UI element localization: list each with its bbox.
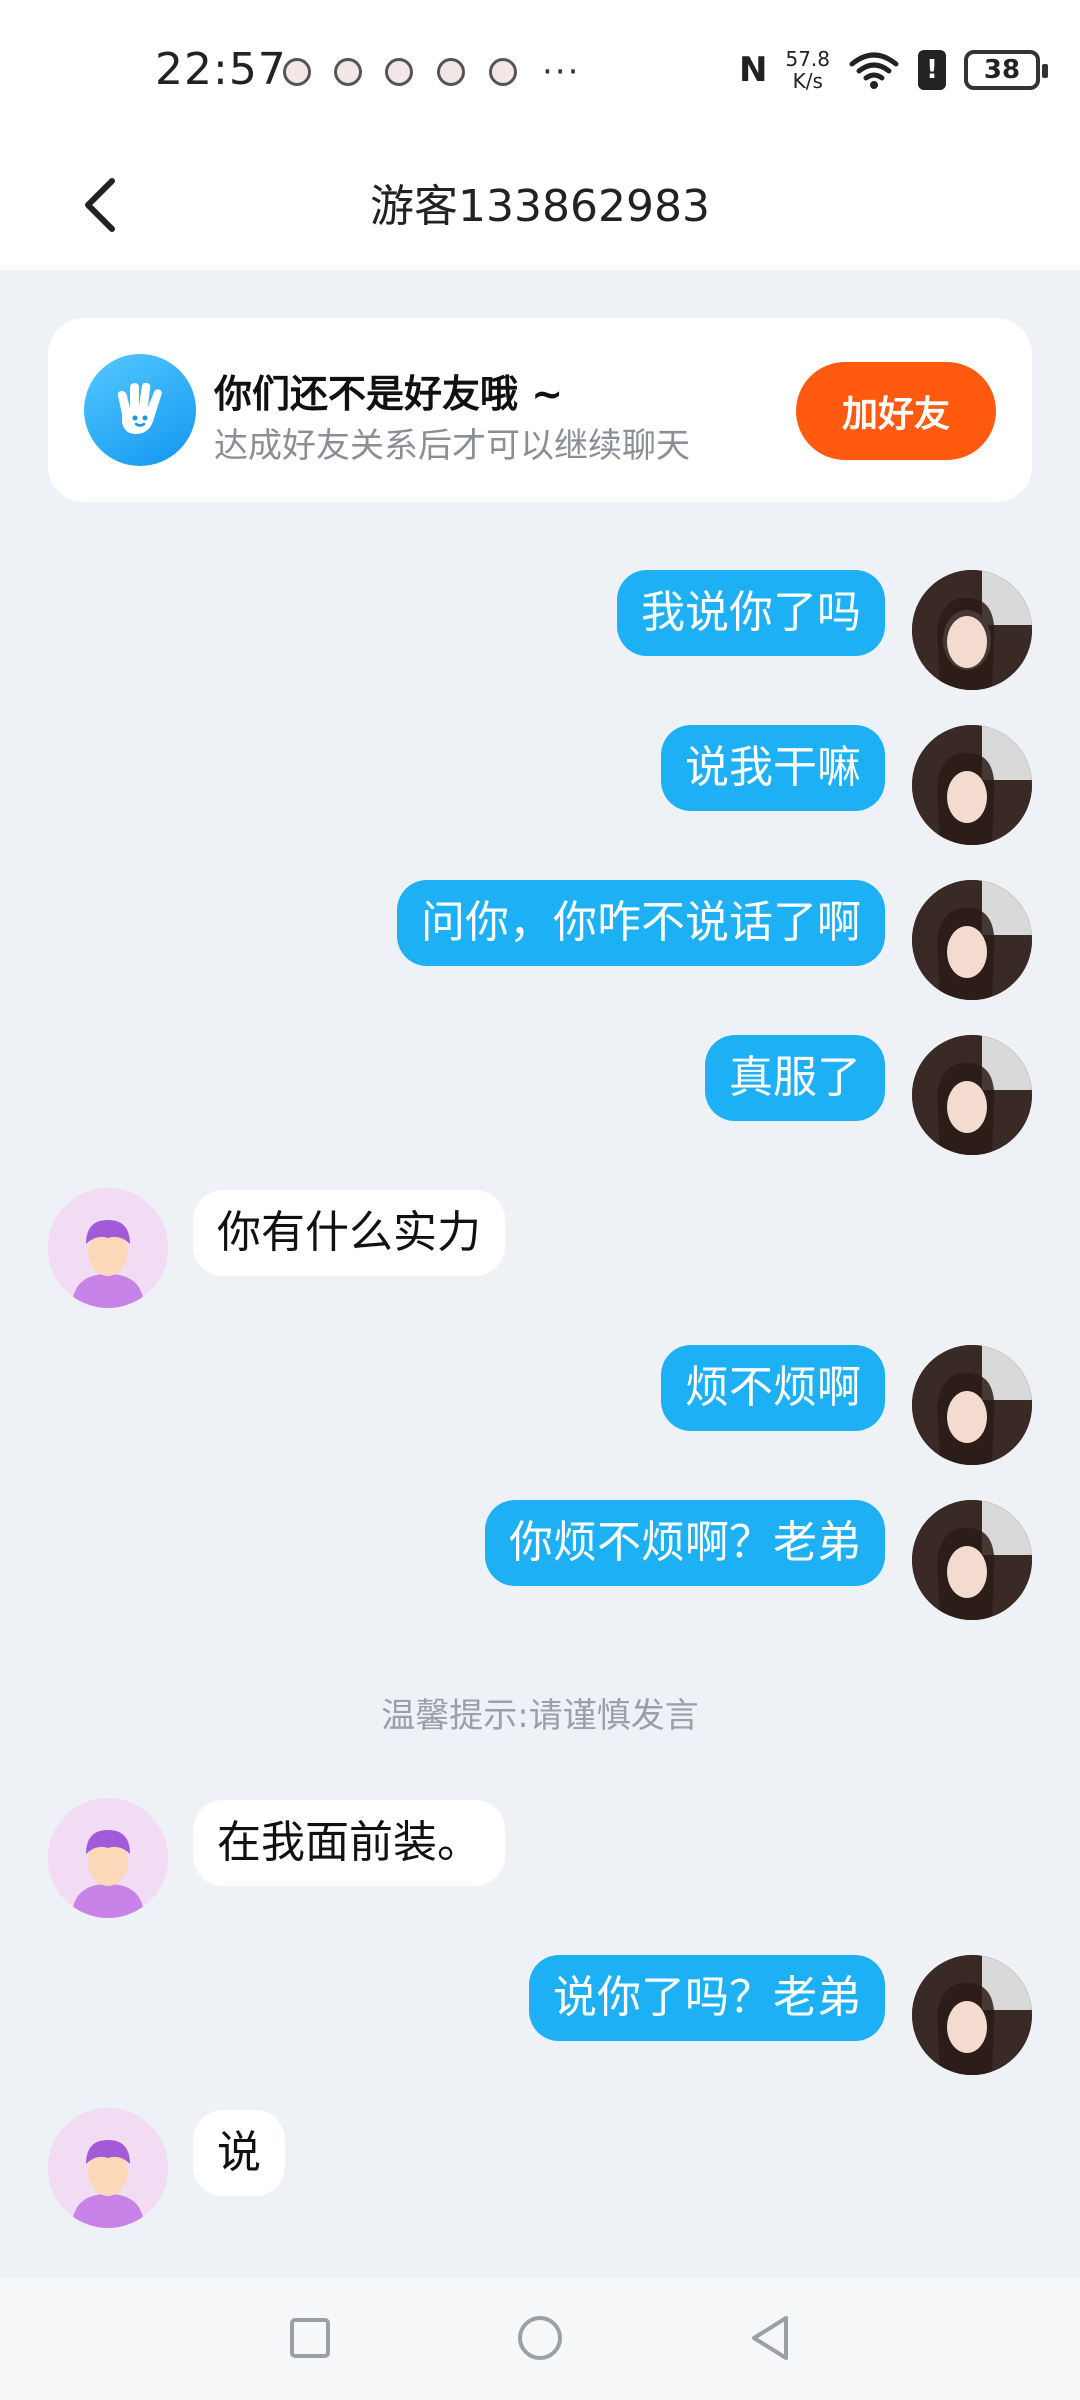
avatar-photo <box>912 725 1032 845</box>
notification-icon <box>334 58 362 86</box>
wifi-icon <box>849 52 899 89</box>
back-icon <box>752 2316 788 2360</box>
notification-icon <box>283 58 311 86</box>
incoming-message[interactable]: 在我面前装。 <box>193 1800 505 1886</box>
notification-icon <box>385 58 413 86</box>
incoming-message[interactable]: 说 <box>193 2110 285 2196</box>
warm-tip: 温馨提示:请谨慎发言 <box>381 1696 699 1736</box>
battery-icon: 38 <box>964 50 1048 90</box>
hand-wave-icon <box>84 354 196 466</box>
not-friends-banner: 你们还不是好友哦 ~ 达成好友关系后才可以继续聊天 加好友 <box>48 318 1032 502</box>
my-avatar[interactable] <box>912 1955 1032 2075</box>
outgoing-message[interactable]: 烦不烦啊 <box>661 1345 885 1431</box>
home-button[interactable] <box>510 2308 570 2368</box>
notification-icon <box>437 58 465 86</box>
alert-icon: ! <box>918 50 946 90</box>
network-speed: 57.8 K/s <box>785 47 830 93</box>
avatar-photo <box>912 1345 1032 1465</box>
contact-avatar[interactable] <box>48 2108 168 2228</box>
home-icon <box>518 2316 562 2360</box>
nfc-icon: N <box>739 50 768 90</box>
more-notifications-icon: ··· <box>542 52 581 92</box>
status-bar: 22:57 ··· N 57.8 K/s ! 38 <box>0 0 1080 140</box>
default-avatar-icon <box>48 2108 168 2228</box>
outgoing-message[interactable]: 真服了 <box>705 1035 885 1121</box>
outgoing-message[interactable]: 说我干嘛 <box>661 725 885 811</box>
chat-header: 游客133862983 <box>0 140 1080 270</box>
notification-icon <box>489 58 517 86</box>
recent-apps-icon <box>290 2318 330 2358</box>
contact-avatar[interactable] <box>48 1188 168 1308</box>
avatar-photo <box>912 1035 1032 1155</box>
outgoing-message[interactable]: 我说你了吗 <box>617 570 885 656</box>
chat-title: 游客133862983 <box>370 181 710 232</box>
default-avatar-icon <box>48 1188 168 1308</box>
status-time: 22:57 <box>155 44 287 95</box>
status-right-group: N 57.8 K/s ! 38 <box>739 40 1048 100</box>
contact-avatar[interactable] <box>48 1798 168 1918</box>
outgoing-message[interactable]: 问你，你咋不说话了啊 <box>397 880 885 966</box>
my-avatar[interactable] <box>912 1345 1032 1465</box>
my-avatar[interactable] <box>912 570 1032 690</box>
banner-subtitle: 达成好友关系后才可以继续聊天 <box>214 426 690 466</box>
add-friend-button[interactable]: 加好友 <box>796 362 996 460</box>
my-avatar[interactable] <box>912 1500 1032 1620</box>
avatar-photo <box>912 1500 1032 1620</box>
outgoing-message[interactable]: 说你了吗？老弟 <box>529 1955 885 2041</box>
my-avatar[interactable] <box>912 1035 1032 1155</box>
avatar-photo <box>912 1955 1032 2075</box>
recent-apps-button[interactable] <box>280 2308 340 2368</box>
hand-icon <box>117 382 162 434</box>
my-avatar[interactable] <box>912 880 1032 1000</box>
default-avatar-icon <box>48 1798 168 1918</box>
banner-title: 你们还不是好友哦 ~ <box>214 372 564 416</box>
incoming-message[interactable]: 你有什么实力 <box>193 1190 505 1276</box>
outgoing-message[interactable]: 你烦不烦啊？老弟 <box>485 1500 885 1586</box>
back-nav-button[interactable] <box>740 2308 800 2368</box>
system-nav-bar <box>0 2278 1080 2400</box>
battery-level: 38 <box>983 55 1021 85</box>
my-avatar[interactable] <box>912 725 1032 845</box>
avatar-photo <box>912 880 1032 1000</box>
avatar-photo <box>912 570 1032 690</box>
